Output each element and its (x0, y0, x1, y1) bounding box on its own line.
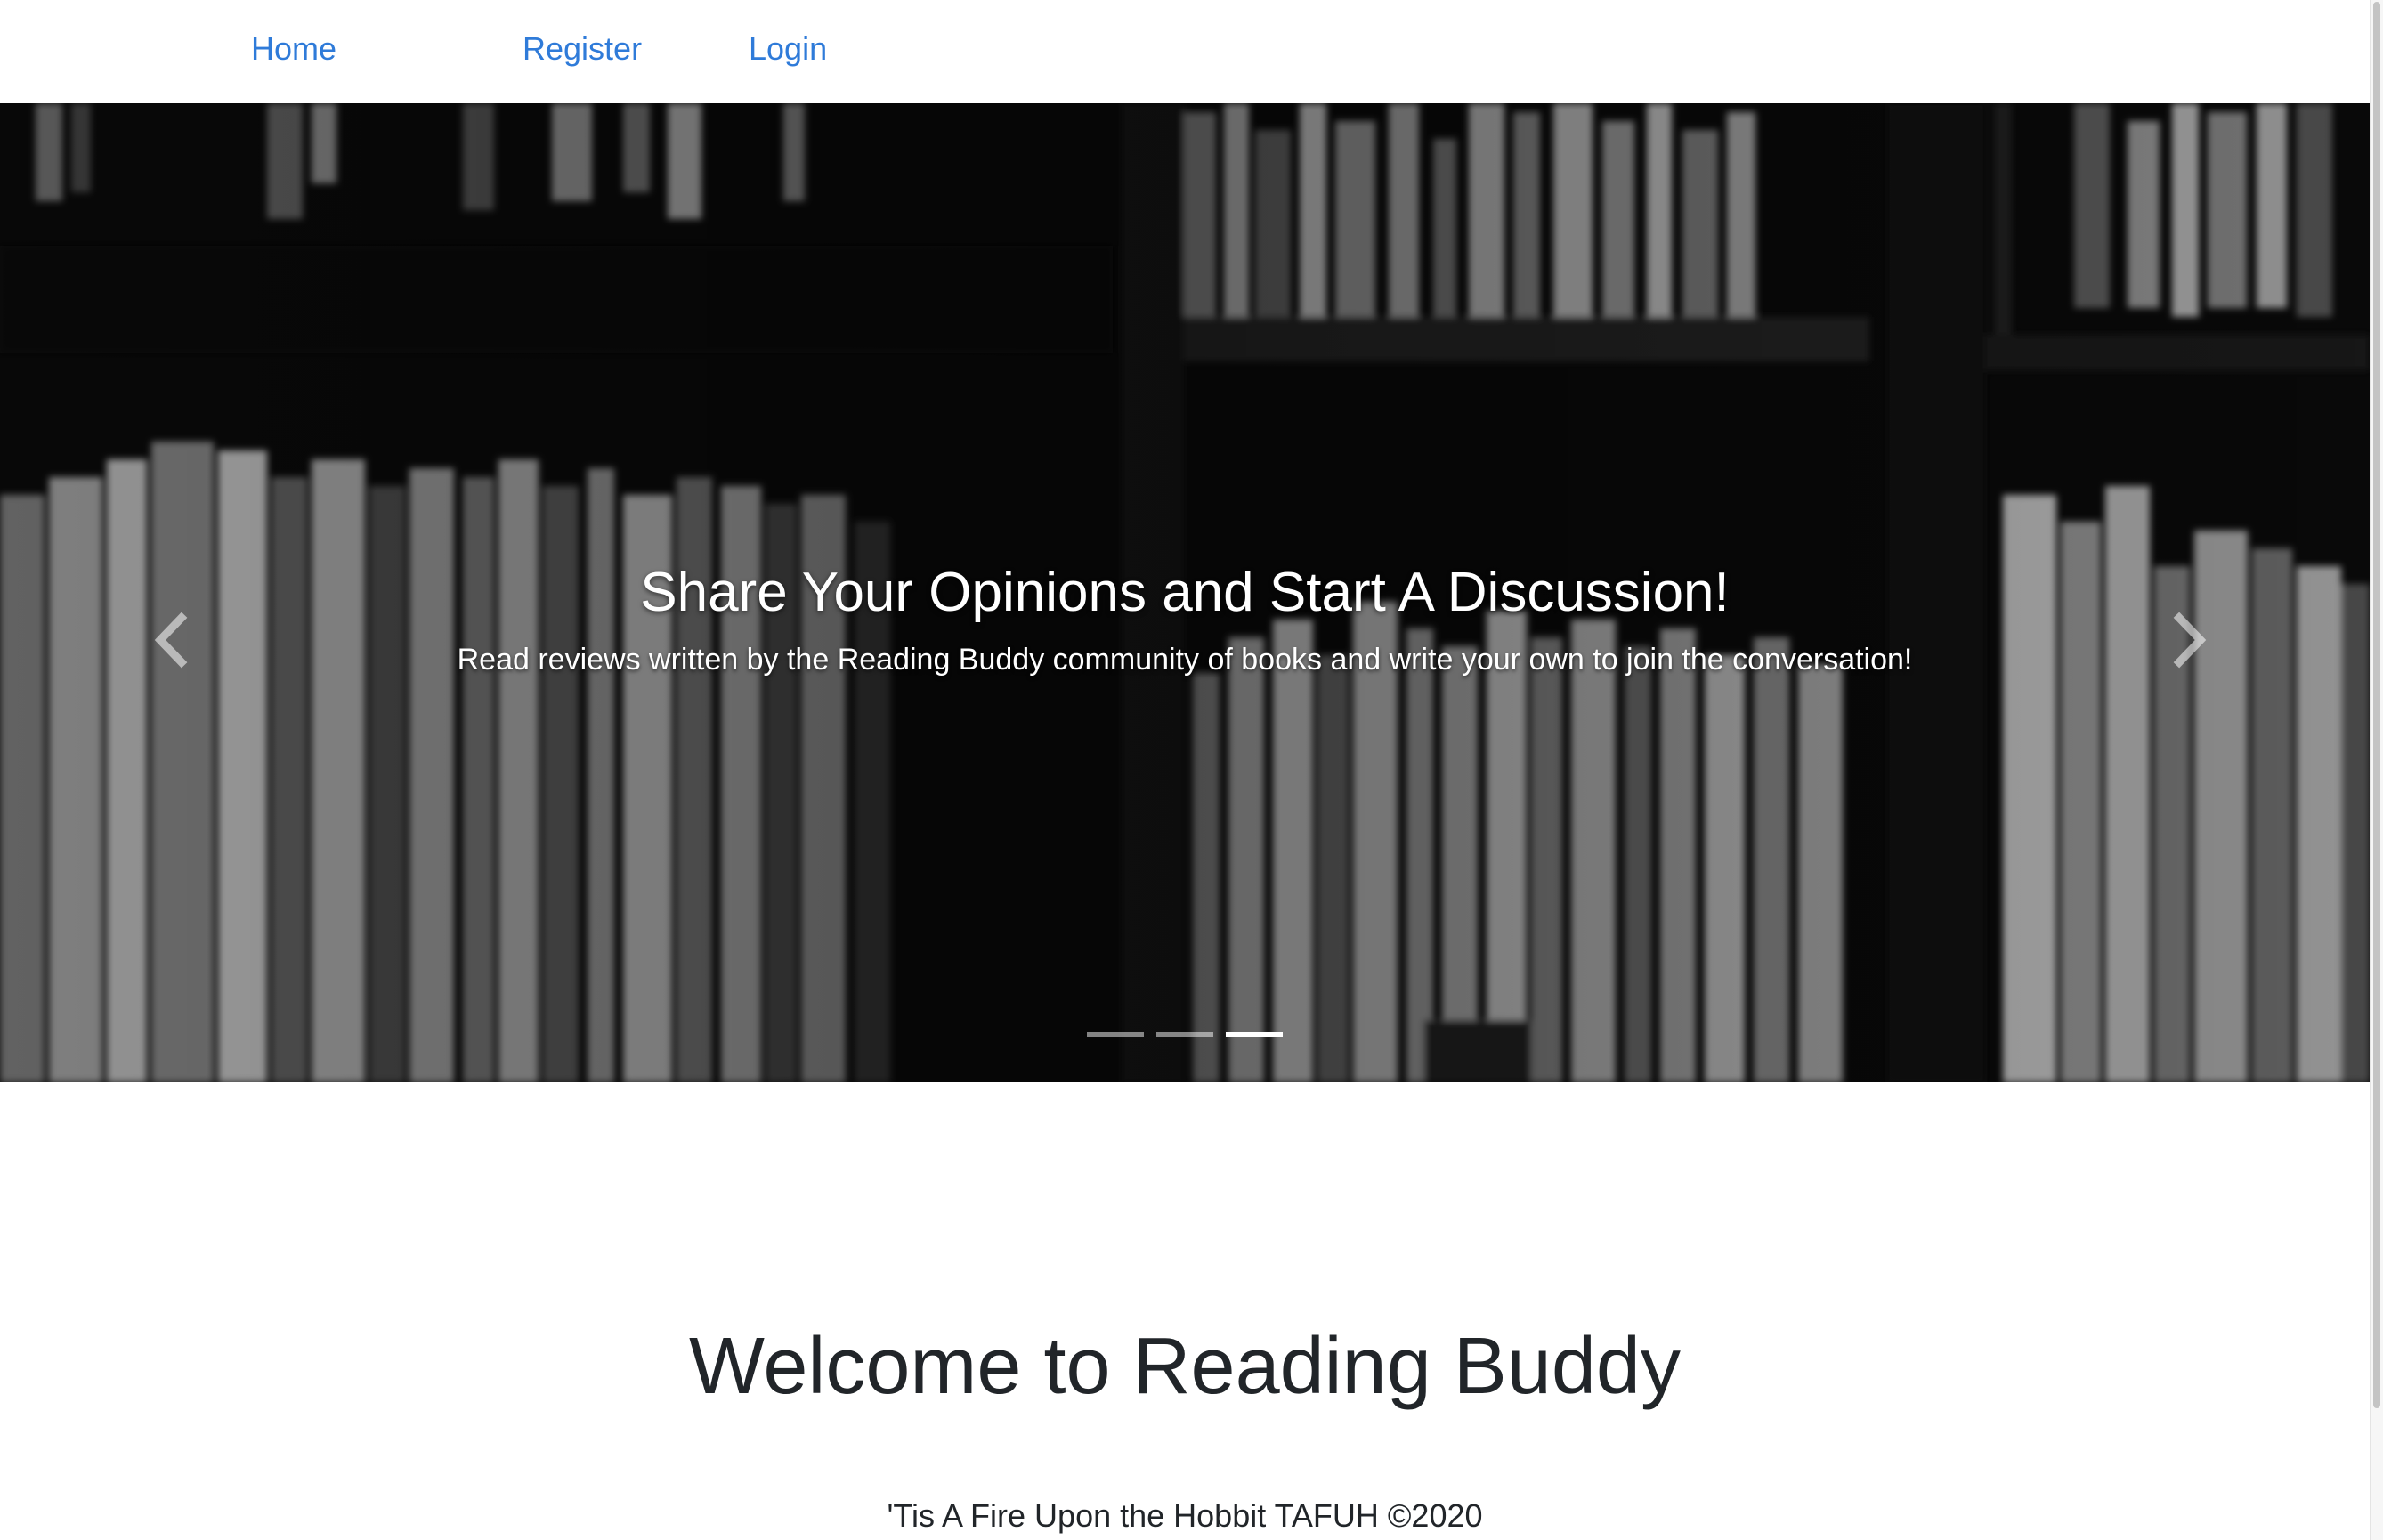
carousel-indicator-1[interactable] (1087, 1032, 1144, 1037)
carousel-caption-title: Share Your Opinions and Start A Discussi… (640, 562, 1730, 623)
carousel-indicator-2[interactable] (1156, 1032, 1213, 1037)
nav-home-link[interactable]: Home (251, 28, 336, 70)
footer-copyright: 'Tis A Fire Upon the Hobbit TAFUH ©2020 (887, 1497, 1483, 1534)
carousel-caption-text: Read reviews written by the Reading Budd… (457, 643, 1913, 677)
welcome-heading: Welcome to Reading Buddy (689, 1322, 1681, 1411)
hero-carousel: Share Your Opinions and Start A Discussi… (0, 103, 2370, 1082)
scrollbar-thumb[interactable] (2373, 2, 2380, 1408)
carousel-indicators (0, 1025, 2370, 1043)
navbar: Home Register Login (0, 0, 2370, 103)
nav-login-link[interactable]: Login (749, 28, 827, 70)
page: Home Register Login Share Your Opinions … (0, 0, 2383, 1540)
nav-register-link[interactable]: Register (523, 28, 642, 70)
page-scrollbar[interactable] (2370, 0, 2383, 1540)
carousel-indicator-3[interactable] (1226, 1032, 1283, 1037)
